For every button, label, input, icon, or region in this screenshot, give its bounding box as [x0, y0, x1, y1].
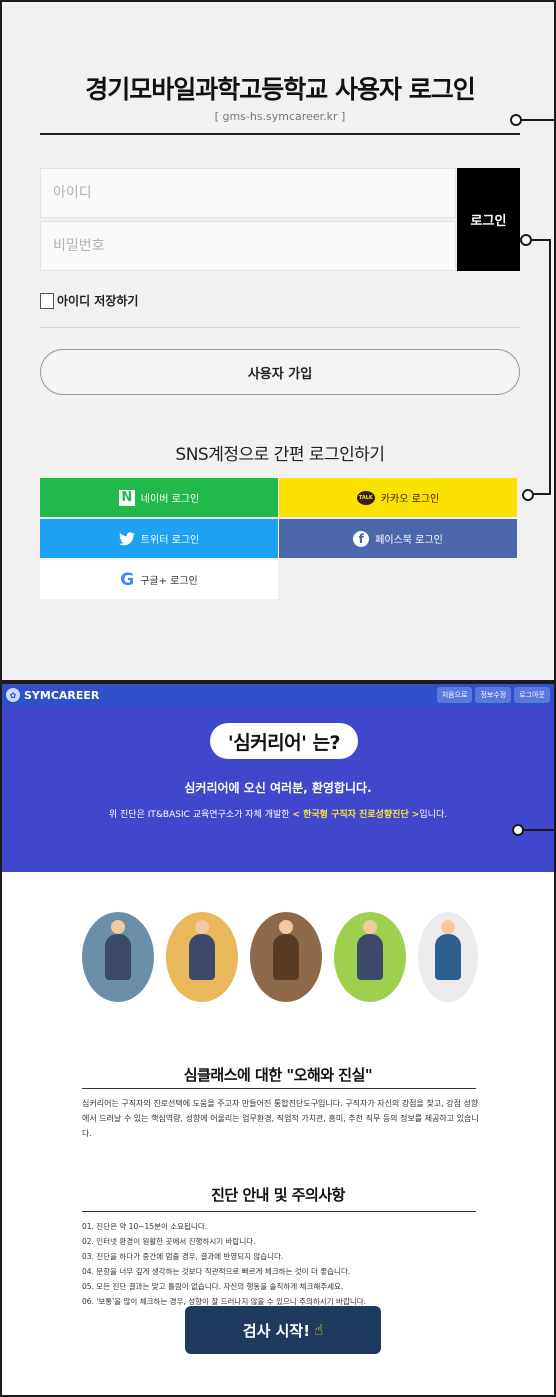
top-nav: 처음으로 정보수정 로그아웃 — [436, 687, 550, 703]
kakao-login-button[interactable]: TALK 카카오 로그인 — [279, 478, 517, 517]
callout-line — [523, 829, 554, 831]
section-divider — [82, 1088, 476, 1089]
nav-edit-profile-button[interactable]: 정보수정 — [475, 687, 512, 703]
intro-prefix: 위 진단은 IT&BASIC 교육연구소가 자체 개발한 — [108, 810, 293, 820]
callout-line — [521, 119, 556, 121]
title-divider — [40, 133, 520, 135]
twitter-login-button[interactable]: 트위터 로그인 — [40, 519, 278, 558]
idea-person-illustration — [334, 912, 406, 1002]
sns-login-title: SNS계정으로 간편 로그인하기 — [175, 445, 385, 465]
guide-section-title: 진단 안내 및 주의사항 — [211, 1186, 345, 1204]
start-test-label: 검사 시작! — [242, 1321, 311, 1340]
welcome-text: 심커리어에 오신 여러분, 환영합니다. — [184, 781, 372, 795]
callout-line — [531, 239, 551, 241]
illustration-row — [82, 912, 482, 1004]
twitter-bird-icon — [118, 531, 135, 546]
logo-mark-icon: ✿ — [6, 688, 20, 702]
top-header: ✿ SYMCAREER 처음으로 정보수정 로그아웃 — [2, 684, 554, 706]
google-login-label: 구글+ 로그인 — [140, 576, 198, 587]
kakao-talk-icon: TALK — [356, 490, 375, 505]
id-input[interactable] — [40, 168, 456, 218]
login-button[interactable]: 로그인 — [457, 168, 520, 271]
guide-item: 04. 문항을 너무 깊게 생각하는 것보다 직관적으로 빠르게 체크하는 것이… — [82, 1267, 351, 1276]
guide-list: 01. 진단은 약 10~15분이 소요됩니다. 02. 인터넷 환경이 원활한… — [82, 1219, 502, 1309]
door-person-illustration — [418, 912, 478, 1002]
section-divider — [82, 1211, 476, 1212]
hero-title: '심커리어' 는? — [210, 723, 358, 759]
login-panel: 경기모바일과학고등학교 사용자 로그인 [ gms-hs.symcareer.k… — [0, 0, 556, 682]
facebook-login-button[interactable]: f 페이스북 로그인 — [279, 519, 517, 558]
callout-dot — [522, 489, 534, 501]
guide-item: 03. 진단을 하다가 중간에 멈출 경우, 결과에 반영되지 않습니다. — [82, 1252, 284, 1261]
google-icon: G — [120, 569, 135, 590]
naver-icon: N — [118, 489, 135, 506]
start-test-button[interactable]: 검사 시작! ☝ — [185, 1306, 381, 1354]
hero-banner: '심커리어' 는? 심커리어에 오신 여러분, 환영합니다. 위 진단은 IT&… — [2, 706, 554, 872]
signup-button[interactable]: 사용자 가입 — [40, 349, 520, 395]
remember-id-checkbox[interactable] — [40, 292, 54, 309]
remember-id-label: 아이디 저장하기 — [57, 294, 139, 308]
myth-section-text: 심커리어는 구직자의 진로선택에 도움을 주고자 만들어진 통합진단도구입니다.… — [82, 1099, 479, 1138]
site-domain: [ gms-hs.symcareer.kr ] — [214, 110, 346, 123]
password-input[interactable] — [40, 221, 456, 271]
symcareer-panel: ✿ SYMCAREER 처음으로 정보수정 로그아웃 '심커리어' 는? 심커리… — [0, 682, 556, 1397]
pointing-hand-icon: ☝ — [314, 1321, 324, 1339]
twitter-login-label: 트위터 로그인 — [140, 535, 200, 546]
nav-logout-button[interactable]: 로그아웃 — [514, 687, 550, 703]
trophy-person-illustration — [250, 912, 322, 1002]
intro-text: 위 진단은 IT&BASIC 교육연구소가 자체 개발한 < 한국형 구직자 진… — [2, 807, 554, 820]
divider — [40, 327, 520, 328]
facebook-icon: f — [353, 530, 370, 547]
naver-login-button[interactable]: N 네이버 로그인 — [40, 478, 278, 517]
remember-id-row[interactable]: 아이디 저장하기 — [40, 292, 138, 309]
callout-line — [533, 493, 551, 495]
naver-login-label: 네이버 로그인 — [140, 494, 200, 505]
callout-line — [549, 239, 551, 495]
guide-item: 01. 진단은 약 10~15분이 소요됩니다. — [82, 1222, 208, 1231]
intro-highlight: < 한국형 구직자 진로성향진단 > — [292, 810, 420, 820]
kakao-login-label: 카카오 로그인 — [380, 494, 440, 505]
thinking-person-illustration — [166, 912, 238, 1002]
google-login-button[interactable]: G 구글+ 로그인 — [40, 560, 278, 599]
logo-text: SYMCAREER — [24, 688, 100, 702]
myth-section-title: 심클래스에 대한 "오해와 진실" — [183, 1066, 373, 1084]
guide-item: 02. 인터넷 환경이 원활한 곳에서 진행하시기 바랍니다. — [82, 1237, 256, 1246]
guide-item: 05. 모든 진단 결과는 맞고 틀림이 없습니다. 자신의 행동을 솔직하게 … — [82, 1282, 344, 1291]
nav-home-button[interactable]: 처음으로 — [436, 687, 473, 703]
symcareer-logo[interactable]: ✿ SYMCAREER — [6, 688, 99, 702]
page-title: 경기모바일과학고등학교 사용자 로그인 — [85, 75, 475, 104]
meditating-person-illustration — [82, 912, 154, 1002]
facebook-login-label: 페이스북 로그인 — [375, 535, 443, 546]
intro-suffix: 입니다. — [419, 810, 448, 820]
